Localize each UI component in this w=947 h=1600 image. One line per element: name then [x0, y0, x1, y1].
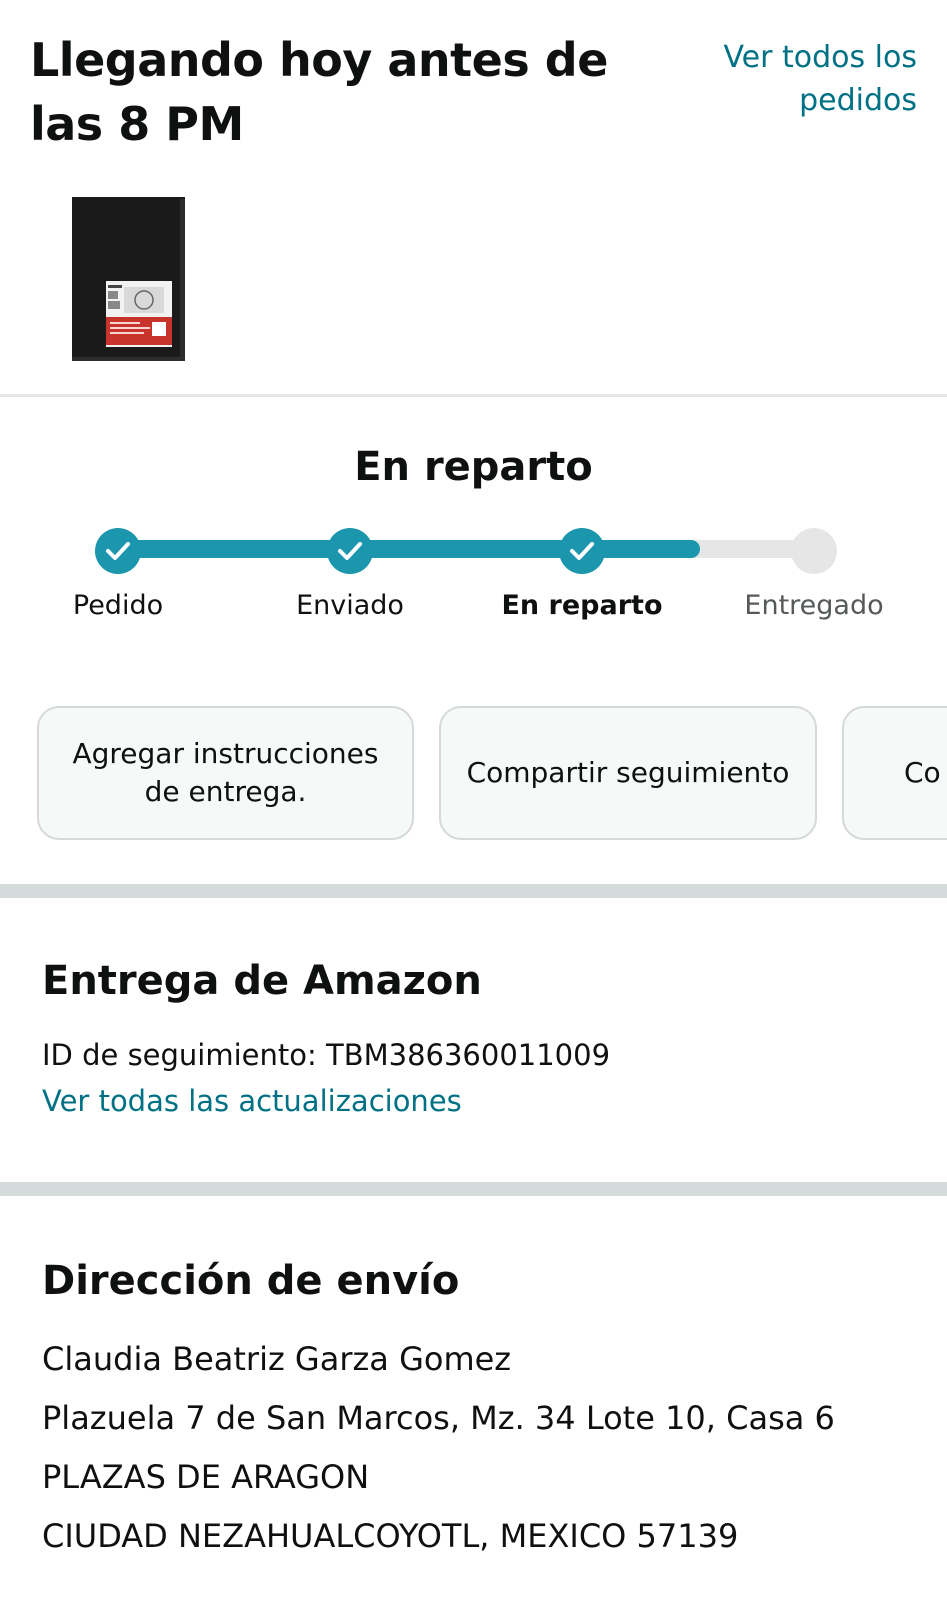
section-separator [0, 884, 947, 898]
recipient-name: Claudia Beatriz Garza Gomez [42, 1340, 512, 1378]
product-thumbnail[interactable] [72, 197, 187, 363]
order-tracking-page: Llegando hoy antes de las 8 PM Ver todos… [0, 0, 947, 1600]
delivery-estimate-title: Llegando hoy antes de las 8 PM [30, 33, 608, 151]
step-label-ordered: Pedido [72, 590, 164, 621]
tracking-id-text: ID de seguimiento: TBM386360011009 [42, 1038, 611, 1072]
progress-fill [118, 540, 700, 558]
step-delivered-dot [791, 528, 837, 574]
share-tracking-label: Compartir seguimiento [466, 756, 790, 789]
carrier-section-title: Entrega de Amazon [42, 958, 482, 1004]
step-label-shipped: Enviado [296, 590, 404, 621]
view-all-orders-link[interactable]: Ver todos los pedidos [697, 36, 917, 122]
address-street: Plazuela 7 de San Marcos, Mz. 34 Lote 10… [42, 1399, 835, 1437]
shipment-status-title: En reparto [354, 444, 593, 490]
share-tracking-button[interactable]: Compartir seguimiento [439, 706, 817, 840]
step-label-delivered: Entregado [744, 590, 884, 621]
step-ordered-check-icon [95, 528, 141, 574]
divider [0, 394, 947, 397]
add-delivery-instructions-label: Agregar instrucciones de entrega. [72, 737, 379, 808]
add-delivery-instructions-button[interactable]: Agregar instrucciones de entrega. [37, 706, 414, 840]
more-actions-button[interactable]: Co [842, 706, 947, 840]
sketchbook-icon [72, 197, 185, 361]
view-all-updates-link[interactable]: Ver todas las actualizaciones [42, 1084, 462, 1118]
address-neighborhood: PLAZAS DE ARAGON [42, 1458, 370, 1496]
step-out-for-delivery-check-icon [559, 528, 605, 574]
more-actions-label: Co [904, 756, 941, 789]
section-separator [0, 1182, 947, 1196]
step-label-out-for-delivery: En reparto [501, 590, 663, 621]
progress-track [118, 540, 828, 558]
shipping-address-title: Dirección de envío [42, 1258, 460, 1304]
step-shipped-check-icon [327, 528, 373, 574]
address-city: CIUDAD NEZAHUALCOYOTL, MEXICO 57139 [42, 1517, 739, 1555]
